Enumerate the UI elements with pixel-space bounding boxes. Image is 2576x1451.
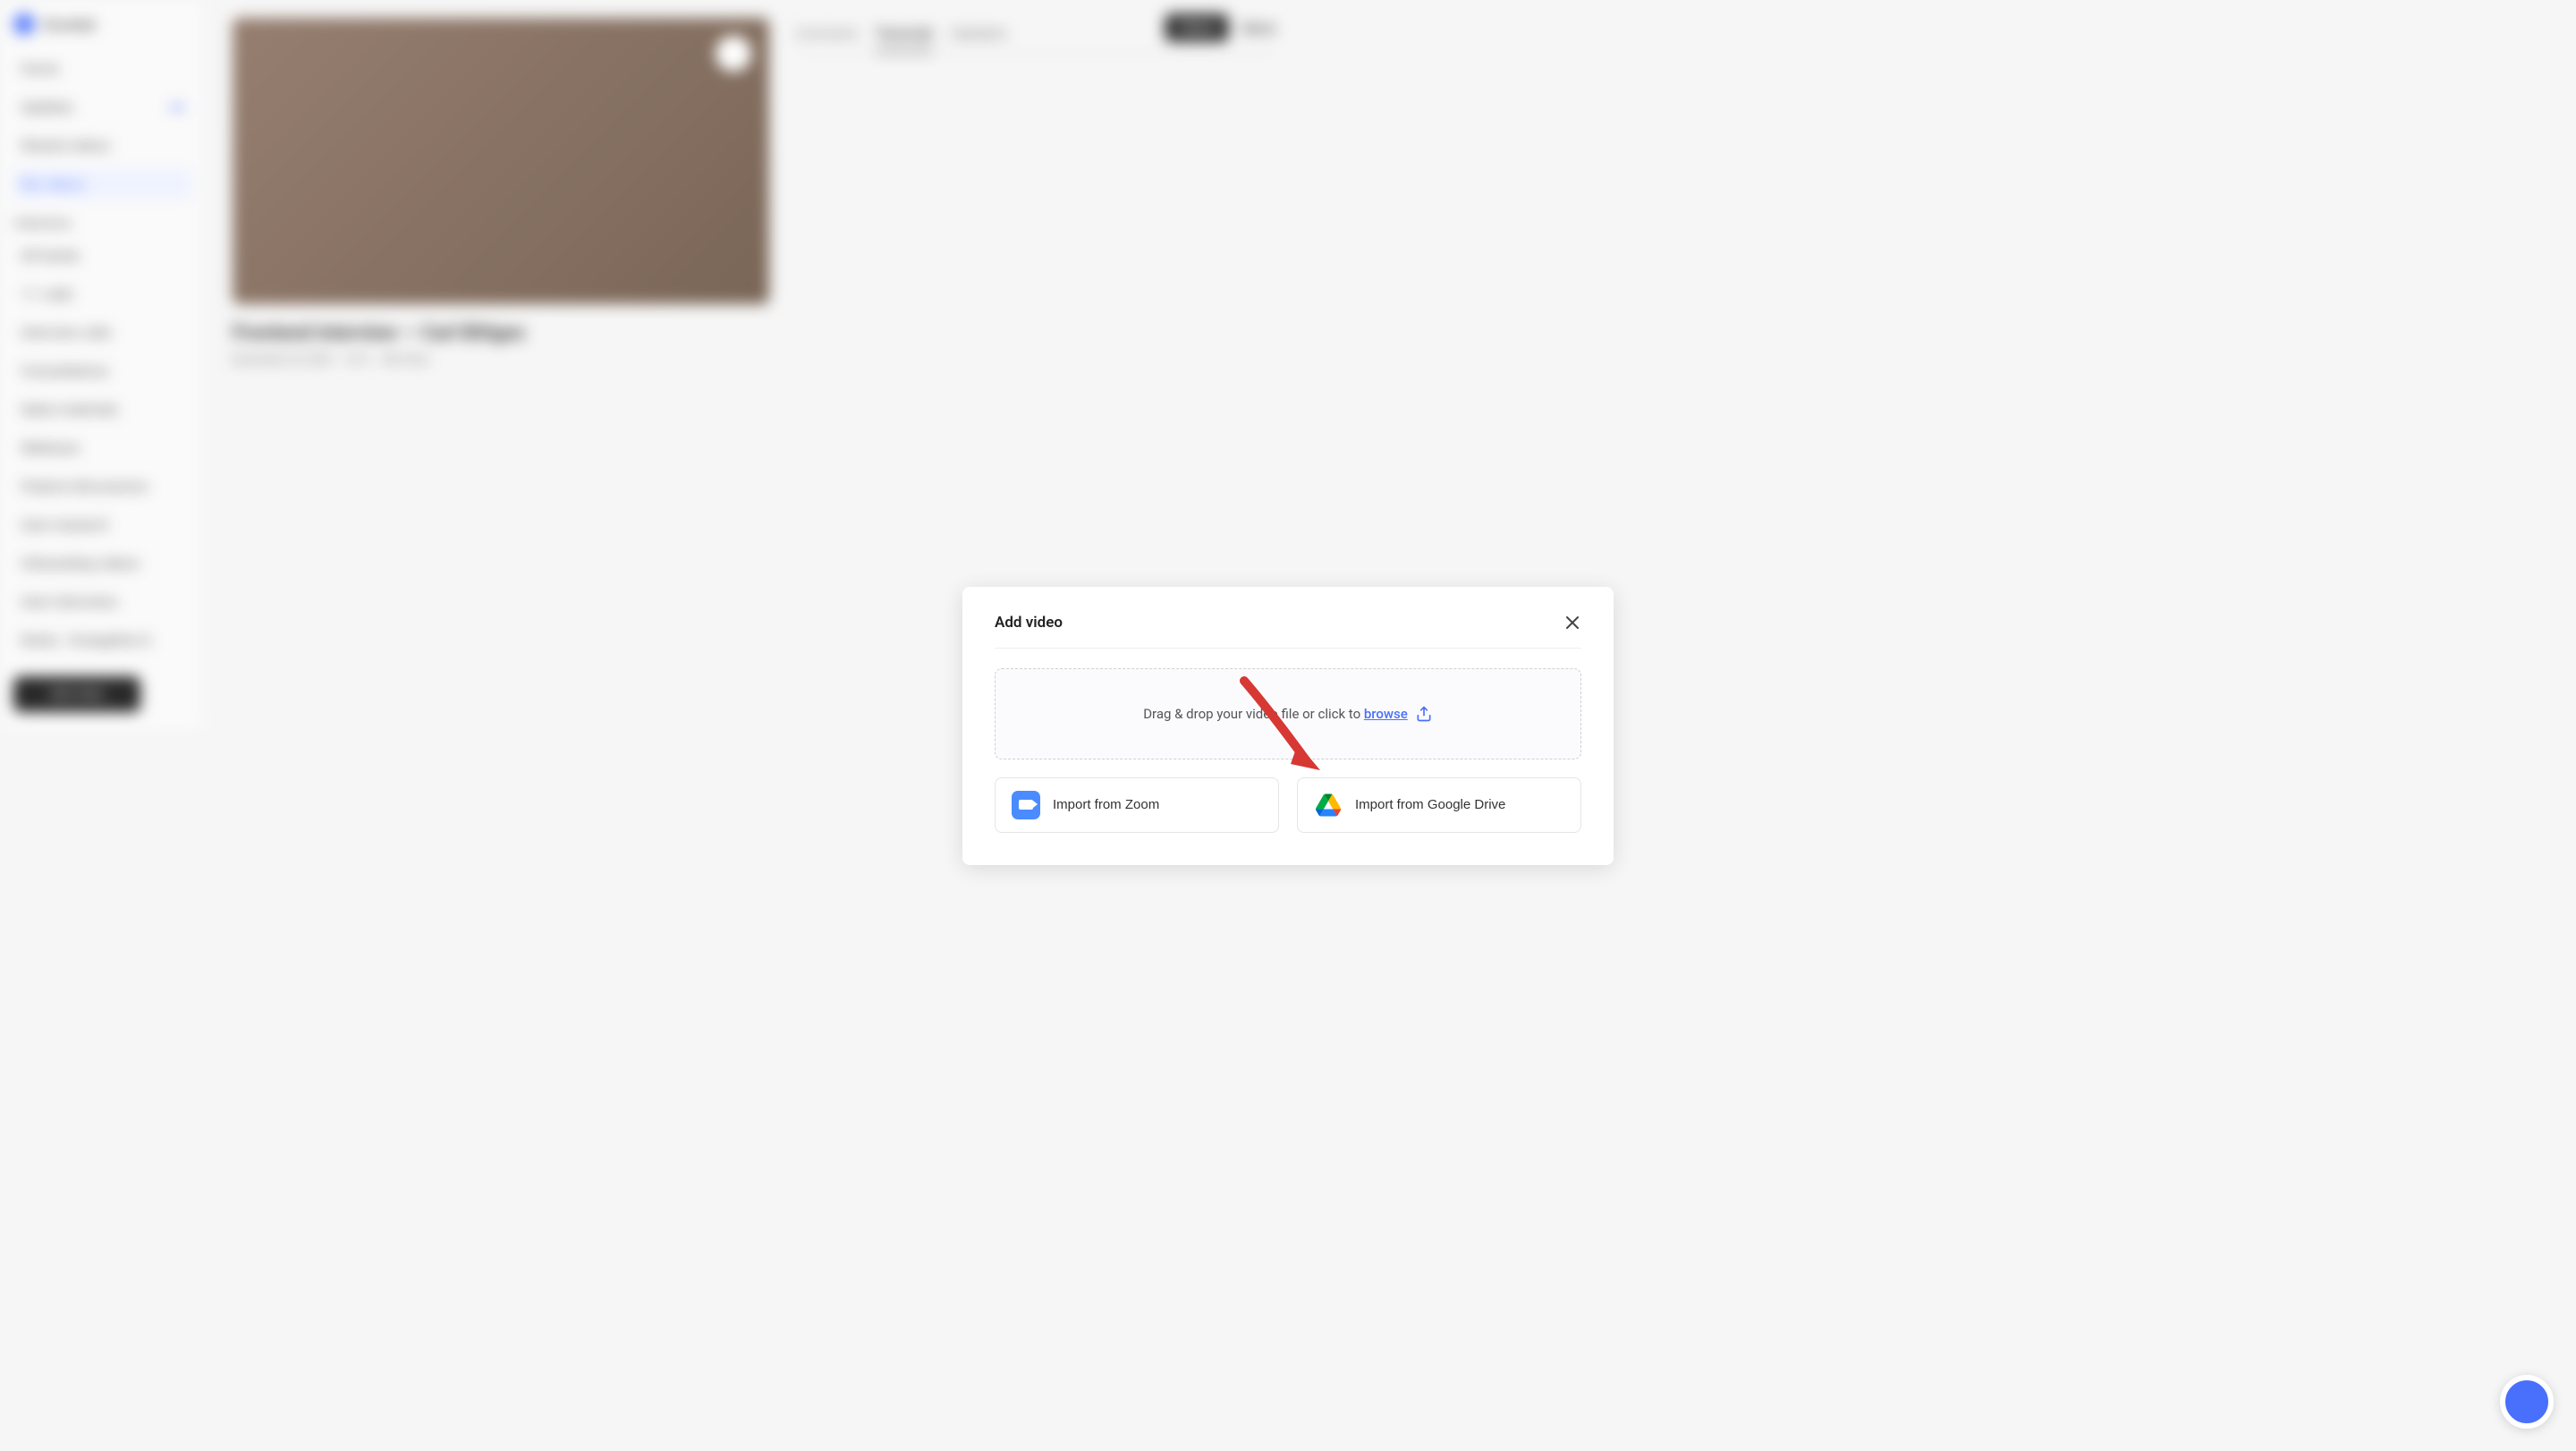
upload-icon bbox=[1415, 705, 1433, 723]
import-buttons: Import from Zoom Import from Google Driv… bbox=[995, 777, 1581, 833]
dropzone-text: Drag & drop your video file or click to … bbox=[1143, 706, 1408, 722]
add-video-modal: Add video Drag & drop your video file or… bbox=[962, 587, 1614, 865]
import-gdrive-button[interactable]: Import from Google Drive bbox=[1297, 777, 1581, 833]
modal-header: Add video bbox=[995, 614, 1581, 649]
import-gdrive-label: Import from Google Drive bbox=[1355, 797, 1505, 812]
google-drive-icon bbox=[1314, 791, 1343, 819]
close-icon[interactable] bbox=[1563, 614, 1581, 632]
import-zoom-label: Import from Zoom bbox=[1053, 797, 1159, 812]
chat-bubble-icon[interactable] bbox=[2500, 1375, 2554, 1429]
modal-title: Add video bbox=[995, 614, 1063, 632]
video-dropzone[interactable]: Drag & drop your video file or click to … bbox=[995, 668, 1581, 759]
zoom-icon bbox=[1012, 791, 1040, 819]
browse-link[interactable]: browse bbox=[1364, 706, 1408, 722]
import-zoom-button[interactable]: Import from Zoom bbox=[995, 777, 1279, 833]
modal-overlay: Add video Drag & drop your video file or… bbox=[0, 0, 2576, 1451]
